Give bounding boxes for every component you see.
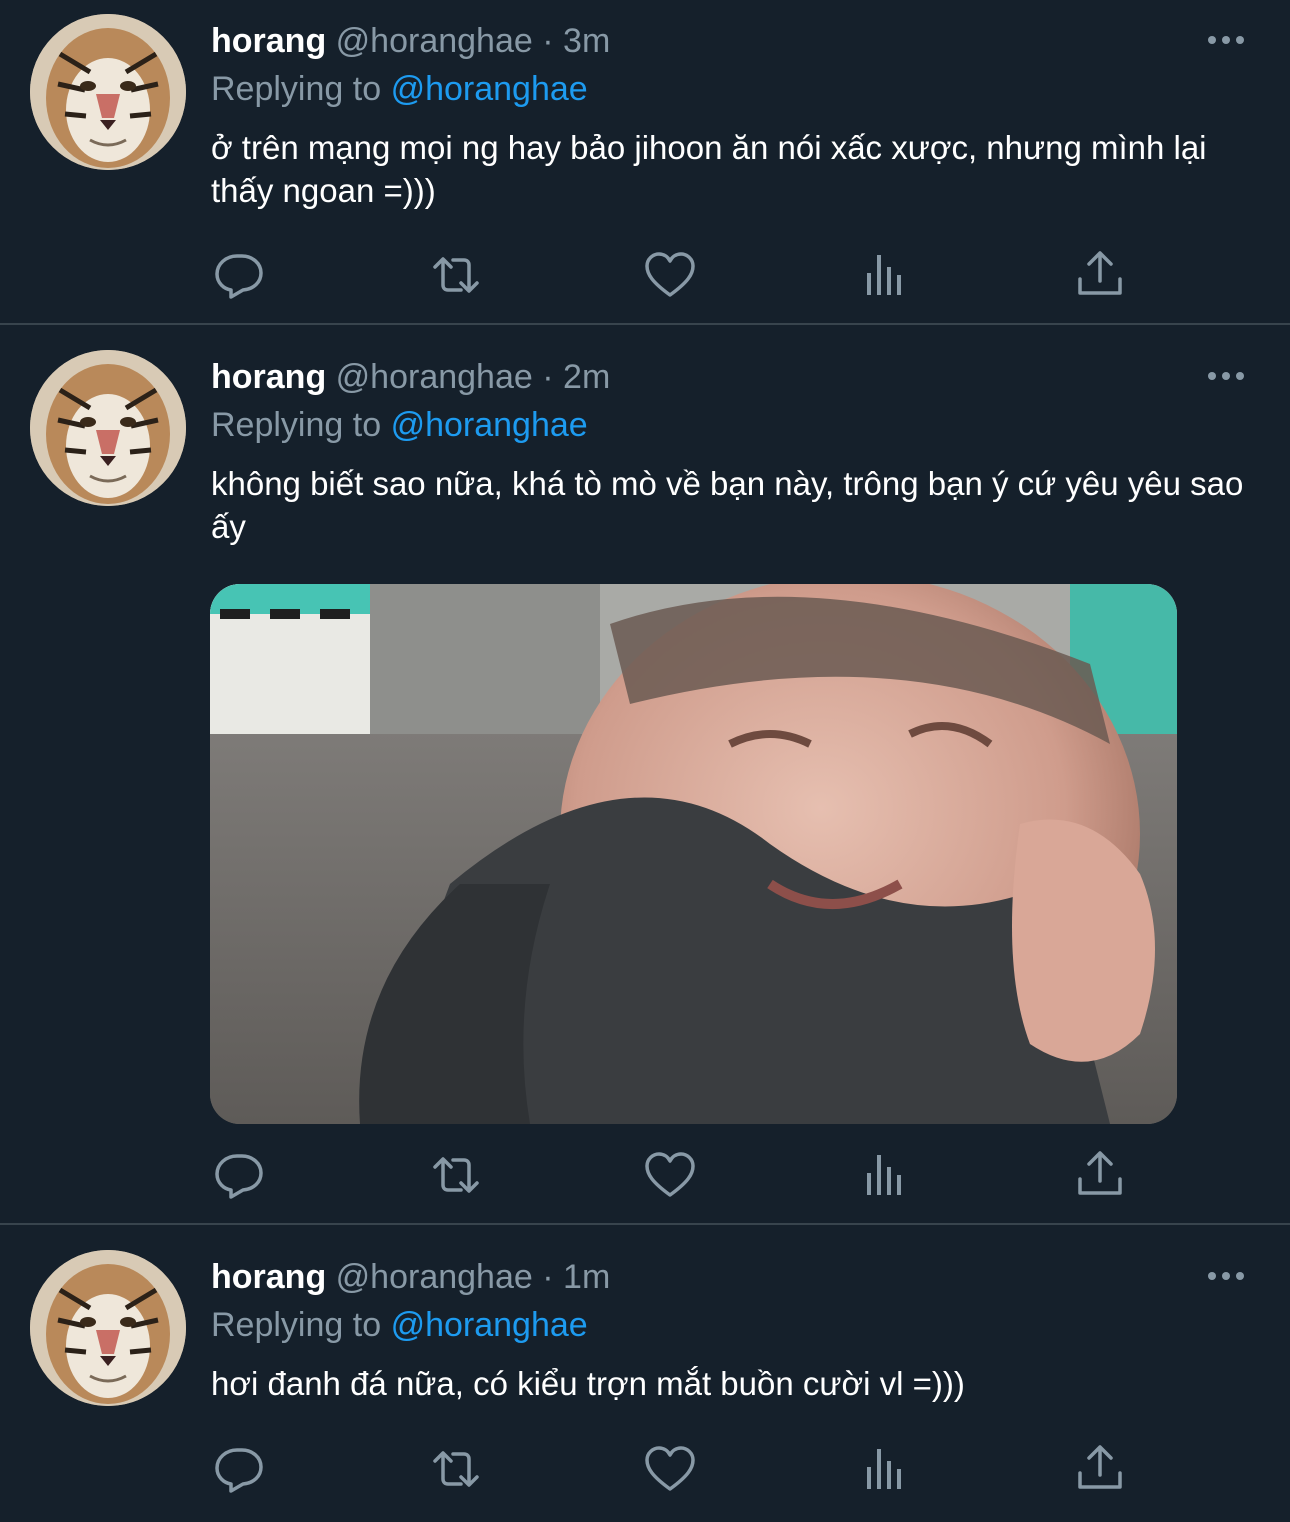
display-name[interactable]: horang: [211, 22, 326, 60]
display-name[interactable]: horang: [211, 358, 326, 396]
display-name[interactable]: horang: [211, 1258, 326, 1296]
analytics-button[interactable]: [855, 1439, 915, 1499]
tiger-avatar-image: [30, 1250, 186, 1406]
reply-prefix: Replying to: [211, 70, 382, 108]
reply-icon: [215, 1154, 263, 1199]
tiger-avatar-image: [30, 350, 186, 506]
retweet-icon: [433, 257, 479, 293]
reply-prefix: Replying to: [211, 1306, 382, 1344]
tweet-text: không biết sao nữa, khá tò mò về bạn này…: [211, 465, 1244, 545]
share-button[interactable]: [1070, 1439, 1130, 1499]
photo-image: [210, 584, 1177, 1124]
retweet-icon: [433, 1451, 479, 1487]
user-handle[interactable]: @horanghae: [336, 22, 533, 60]
like-icon: [645, 252, 695, 297]
like-icon: [645, 1152, 695, 1197]
timestamp[interactable]: 2m: [563, 358, 610, 396]
reply-handle-link[interactable]: @horanghae: [391, 70, 588, 108]
more-icon[interactable]: [1206, 1268, 1246, 1284]
reply-icon: [215, 254, 263, 299]
reply-button[interactable]: [210, 1439, 270, 1499]
avatar[interactable]: [30, 1250, 186, 1406]
separator-dot: ·: [542, 1258, 554, 1296]
like-button[interactable]: [640, 1145, 700, 1205]
retweet-icon: [433, 1157, 479, 1193]
share-button[interactable]: [1070, 245, 1130, 305]
more-icon[interactable]: [1206, 32, 1246, 48]
avatar[interactable]: [30, 14, 186, 170]
tweet[interactable]: horang @horanghae · 1m Replying to @hora…: [0, 1236, 1290, 1522]
tiger-avatar-image: [30, 14, 186, 170]
more-icon[interactable]: [1206, 368, 1246, 384]
like-button[interactable]: [640, 245, 700, 305]
tweet-text: hơi đanh đá nữa, có kiểu trợn mắt buồn c…: [211, 1365, 965, 1402]
like-icon: [645, 1446, 695, 1491]
analytics-icon: [867, 1155, 901, 1195]
tweet-actions: [210, 1145, 1140, 1205]
tweet-media-image[interactable]: [210, 584, 1177, 1124]
retweet-button[interactable]: [425, 1145, 485, 1205]
reply-handle-link[interactable]: @horanghae: [391, 406, 588, 444]
analytics-icon: [867, 255, 901, 295]
user-handle[interactable]: @horanghae: [336, 1258, 533, 1296]
retweet-button[interactable]: [425, 245, 485, 305]
user-handle[interactable]: @horanghae: [336, 358, 533, 396]
separator-dot: ·: [542, 358, 554, 396]
timestamp[interactable]: 1m: [563, 1258, 610, 1296]
tweet-actions: [210, 245, 1140, 305]
share-icon: [1078, 251, 1122, 295]
tweet-actions: [210, 1439, 1140, 1499]
share-icon: [1078, 1151, 1122, 1195]
share-icon: [1078, 1445, 1122, 1489]
tweet-header: horang @horanghae · 1m: [211, 1254, 610, 1300]
tweet[interactable]: horang @horanghae · 2m Replying to @hora…: [0, 336, 1290, 1225]
tweet[interactable]: horang @horanghae · 3m Replying to @hora…: [0, 0, 1290, 325]
reply-context: Replying to @horanghae: [211, 1302, 588, 1348]
reply-context: Replying to @horanghae: [211, 402, 588, 448]
analytics-button[interactable]: [855, 1145, 915, 1205]
timestamp[interactable]: 3m: [563, 22, 610, 60]
retweet-button[interactable]: [425, 1439, 485, 1499]
tweet-header: horang @horanghae · 2m: [211, 354, 610, 400]
tweet-header: horang @horanghae · 3m: [211, 18, 610, 64]
separator-dot: ·: [542, 22, 554, 60]
reply-handle-link[interactable]: @horanghae: [391, 1306, 588, 1344]
analytics-icon: [867, 1449, 901, 1489]
reply-prefix: Replying to: [211, 406, 382, 444]
reply-icon: [215, 1448, 263, 1493]
like-button[interactable]: [640, 1439, 700, 1499]
analytics-button[interactable]: [855, 245, 915, 305]
reply-button[interactable]: [210, 1145, 270, 1205]
avatar[interactable]: [30, 350, 186, 506]
share-button[interactable]: [1070, 1145, 1130, 1205]
tweet-text: ở trên mạng mọi ng hay bảo jihoon ăn nói…: [211, 129, 1207, 209]
reply-button[interactable]: [210, 245, 270, 305]
reply-context: Replying to @horanghae: [211, 66, 588, 112]
